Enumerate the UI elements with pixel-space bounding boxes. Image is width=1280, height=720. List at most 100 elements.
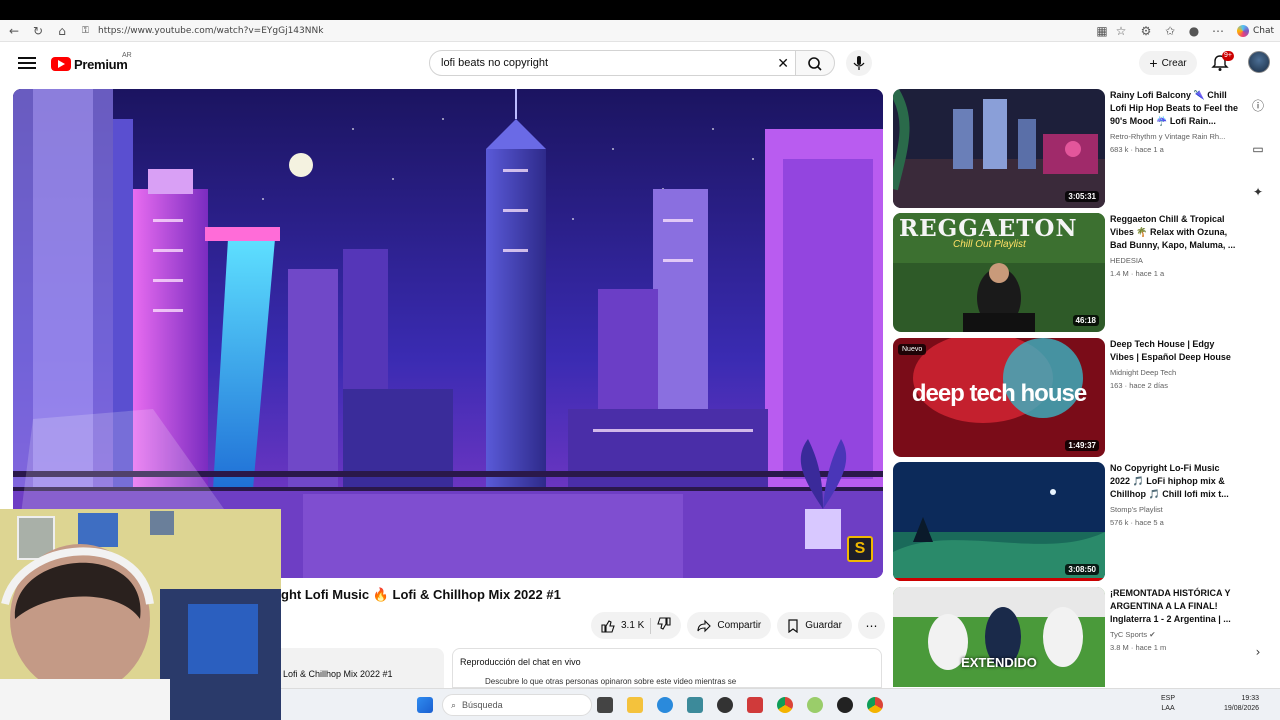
channel-name[interactable]: HEDESIA	[1110, 256, 1238, 265]
more-horizontal-icon: ⋯	[865, 618, 878, 633]
chevron-right-icon[interactable]: ›	[1250, 644, 1266, 660]
create-label: Crear	[1161, 57, 1187, 69]
hamburger-menu-icon[interactable]	[18, 54, 36, 72]
comment-icon[interactable]: ▭	[1250, 141, 1266, 157]
voice-search-button[interactable]	[846, 50, 872, 76]
video-duration: 3:05:31	[1065, 191, 1099, 202]
info-icon[interactable]: ⓘ	[1250, 97, 1266, 113]
recommended-video[interactable]: EXTENDIDO ¡REMONTADA HISTÓRICA Y ARGENTI…	[893, 587, 1238, 687]
channel-name[interactable]: Retro-Rhythm y Vintage Rain Rh...	[1110, 132, 1238, 141]
youtube-premium-logo[interactable]: Premium	[51, 54, 128, 74]
video-duration: 3:08:50	[1065, 564, 1099, 575]
browser-toolbar: ← ↻ ⌂ ⚿ https://www.youtube.com/watch?v=…	[0, 20, 1280, 42]
video-title[interactable]: No Copyright Lo-Fi Music 2022 🎵 LoFi hip…	[1110, 462, 1238, 502]
microphone-icon	[853, 56, 865, 70]
upload-age: hace 1 a	[1135, 145, 1164, 154]
copilot-icon	[1236, 25, 1249, 37]
youtube-play-icon	[51, 57, 71, 71]
logo-text: Premium	[74, 56, 128, 72]
edge-icon[interactable]	[657, 697, 673, 713]
video-title[interactable]: Reggaeton Chill & Tropical Vibes 🌴 Relax…	[1110, 213, 1238, 253]
video-meta: 3.8 M · hace 1 m	[1110, 643, 1167, 652]
sparkle-icon[interactable]: ✦	[1250, 184, 1266, 200]
recommended-video[interactable]: 3:05:31 Rainy Lofi Balcony 🌂 Chill Lofi …	[893, 89, 1238, 209]
taskbar-search[interactable]: ⌕ Búsqueda	[442, 694, 592, 716]
upload-age: hace 1 m	[1135, 643, 1167, 652]
channel-name[interactable]: TyC Sports ✔	[1110, 630, 1238, 639]
video-thumbnail[interactable]: Nuevo deep tech house 1:49:37	[893, 338, 1105, 457]
share-button[interactable]: Compartir	[687, 612, 772, 639]
chrome-profile-icon[interactable]	[867, 697, 883, 713]
clock-time: 19:33	[1241, 695, 1260, 702]
channel-watermark-logo[interactable]: S	[847, 536, 873, 562]
site-info-icon[interactable]: ⚿	[82, 22, 89, 40]
video-duration: 1:49:37	[1065, 440, 1099, 451]
system-clock[interactable]: 19:33 19/08/2026	[1224, 694, 1259, 714]
app-icon[interactable]	[687, 697, 703, 713]
save-label: Guardar	[805, 620, 842, 631]
recommended-video[interactable]: 3:08:50 No Copyright Lo-Fi Music 2022 🎵 …	[893, 462, 1238, 582]
video-thumbnail[interactable]: REGGAETON Chill Out Playlist 46:18	[893, 213, 1105, 332]
video-meta: 1.4 M · hace 1 a	[1110, 269, 1165, 278]
thumbnail-subtext: Chill Out Playlist	[953, 239, 1026, 250]
thumbnail-image	[893, 587, 1105, 687]
video-thumbnail[interactable]: EXTENDIDO	[893, 587, 1105, 687]
video-title[interactable]: Rainy Lofi Balcony 🌂 Chill Lofi Hip Hop …	[1110, 89, 1238, 129]
video-player[interactable]: S	[13, 89, 883, 578]
windows-start-icon[interactable]	[417, 697, 433, 713]
reload-icon[interactable]: ↻	[30, 23, 46, 39]
search-button[interactable]	[795, 50, 835, 76]
clear-search-icon[interactable]: ✕	[777, 55, 789, 72]
language-code: ESP	[1161, 695, 1176, 702]
browser-menu-icon[interactable]: ⋯	[1210, 23, 1226, 39]
region-code: AR	[122, 52, 132, 59]
account-avatar[interactable]	[1248, 51, 1270, 73]
upload-age: hace 5 a	[1135, 518, 1164, 527]
channel-name[interactable]: Midnight Deep Tech	[1110, 368, 1238, 377]
favorite-icon[interactable]: ☆	[1113, 23, 1129, 39]
back-icon[interactable]: ←	[6, 23, 22, 39]
like-button[interactable]: 3.1 K	[601, 619, 644, 633]
save-button[interactable]: Guardar	[777, 612, 852, 639]
create-button[interactable]: + Crear	[1139, 51, 1197, 75]
screen-top-strip	[0, 0, 1280, 20]
task-view-icon[interactable]	[597, 697, 613, 713]
view-count: 683 k	[1110, 145, 1129, 154]
input-language[interactable]: ESP LAA	[1161, 694, 1175, 714]
app-icon[interactable]: ▦	[1094, 23, 1110, 39]
more-actions-button[interactable]: ⋯	[857, 612, 885, 639]
video-title[interactable]: ¡REMONTADA HISTÓRICA Y ARGENTINA A LA FI…	[1110, 587, 1238, 627]
keyboard-layout: LAA	[1161, 705, 1175, 712]
taskbar-search-placeholder: Búsqueda	[462, 700, 503, 710]
video-actions: 3.1 K Compartir Guardar ⋯	[591, 612, 885, 640]
bookmark-icon	[788, 618, 798, 633]
video-thumbnail[interactable]: 3:05:31	[893, 89, 1105, 208]
webcam-overlay	[0, 509, 281, 720]
profile-icon[interactable]: ●	[1186, 23, 1202, 39]
taskbar-search-icon: ⌕	[451, 699, 457, 710]
search-input[interactable]	[441, 51, 771, 75]
dislike-button[interactable]	[657, 617, 671, 634]
address-bar[interactable]: ⚿ https://www.youtube.com/watch?v=EYgGj1…	[78, 22, 1108, 40]
app-dark-icon[interactable]	[837, 697, 853, 713]
view-count: 163	[1110, 381, 1123, 390]
copilot-chat-button[interactable]: Chat	[1236, 22, 1274, 40]
video-meta: 683 k · hace 1 a	[1110, 145, 1164, 154]
video-thumbnail[interactable]: 3:08:50	[893, 462, 1105, 581]
youtube-header: Premium AR ✕ + Crear 9+	[0, 42, 1280, 86]
app-green-icon[interactable]	[807, 697, 823, 713]
chatgpt-icon[interactable]	[717, 697, 733, 713]
recommended-video[interactable]: REGGAETON Chill Out Playlist 46:18 Regga…	[893, 213, 1238, 333]
recommended-video[interactable]: Nuevo deep tech house 1:49:37 Deep Tech …	[893, 338, 1238, 458]
home-icon[interactable]: ⌂	[54, 23, 70, 39]
description-box[interactable]: Lofi & Chillhop Mix 2022 #1	[281, 648, 444, 688]
channel-name-text: TyC Sports	[1110, 630, 1148, 639]
video-frame-city-skyline	[13, 89, 883, 578]
favorites-list-icon[interactable]: ✩	[1162, 23, 1178, 39]
chrome-icon[interactable]	[777, 697, 793, 713]
video-meta: 163 · hace 2 días	[1110, 381, 1168, 390]
file-explorer-icon[interactable]	[627, 697, 643, 713]
sk-app-icon[interactable]	[747, 697, 763, 713]
channel-name[interactable]: Stomp's Playlist	[1110, 505, 1238, 514]
extensions-icon[interactable]: ⚙	[1138, 23, 1154, 39]
